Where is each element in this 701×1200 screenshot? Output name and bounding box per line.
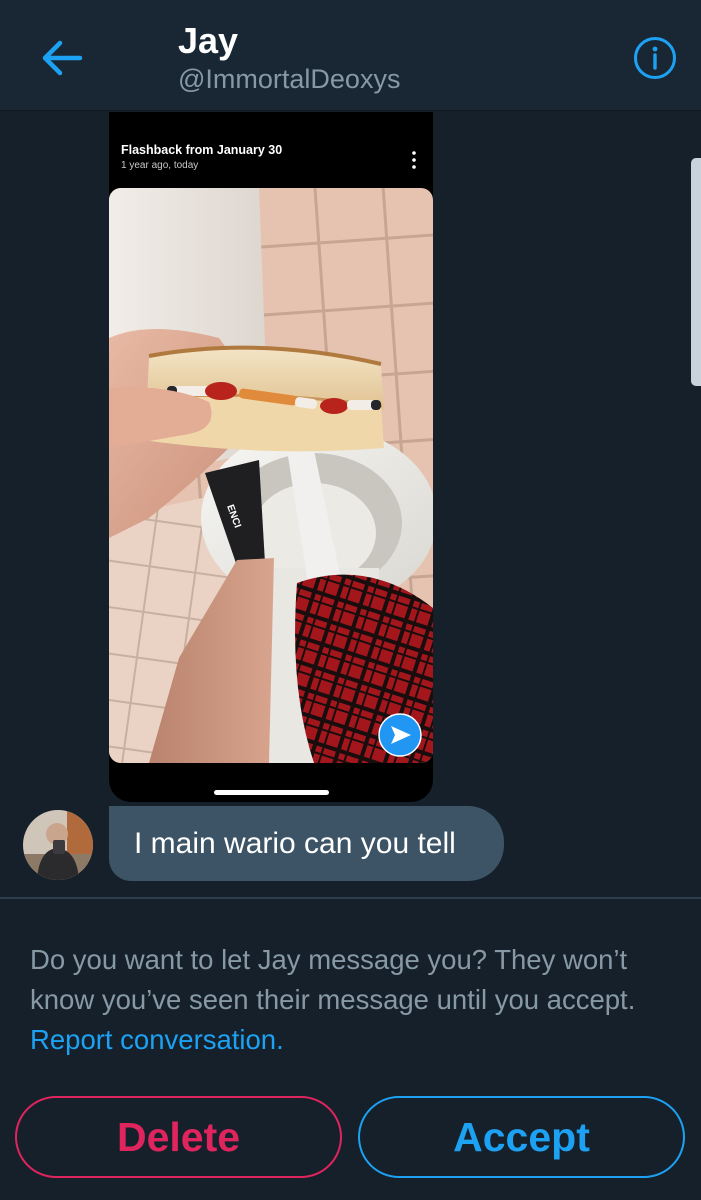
contact-handle: @ImmortalDeoxys	[178, 64, 401, 94]
arrow-left-icon	[42, 40, 83, 76]
message-request-prompt: Do you want to let Jay message you? They…	[30, 940, 680, 1060]
info-circle-icon	[634, 37, 676, 79]
delete-button[interactable]: Delete	[15, 1096, 342, 1178]
kebab-menu-icon	[410, 150, 418, 170]
message-text: I main wario can you tell	[134, 826, 456, 860]
scrollbar[interactable]	[691, 158, 701, 386]
home-indicator	[214, 790, 329, 795]
accept-button[interactable]: Accept	[358, 1096, 685, 1178]
flashback-photo: ENCI	[109, 188, 433, 763]
info-button[interactable]	[632, 35, 678, 81]
message-bubble[interactable]: I main wario can you tell	[109, 806, 504, 881]
media-attachment[interactable]: Flashback from January 30 1 year ago, to…	[109, 112, 433, 802]
avatar[interactable]	[23, 810, 93, 880]
flashback-title: Flashback from January 30	[121, 143, 283, 157]
divider	[0, 897, 701, 899]
contact-name: Jay	[178, 20, 239, 61]
send-arrow-icon[interactable]	[378, 713, 422, 757]
flashback-subtitle: 1 year ago, today	[121, 160, 199, 171]
conversation-title: Jay @ImmortalDeoxys	[178, 20, 400, 96]
conversation-header: Jay @ImmortalDeoxys	[0, 0, 701, 111]
report-conversation-link[interactable]: Report conversation.	[30, 1024, 284, 1055]
back-button[interactable]	[36, 32, 88, 84]
request-text: Do you want to let Jay message you? They…	[30, 944, 636, 1015]
